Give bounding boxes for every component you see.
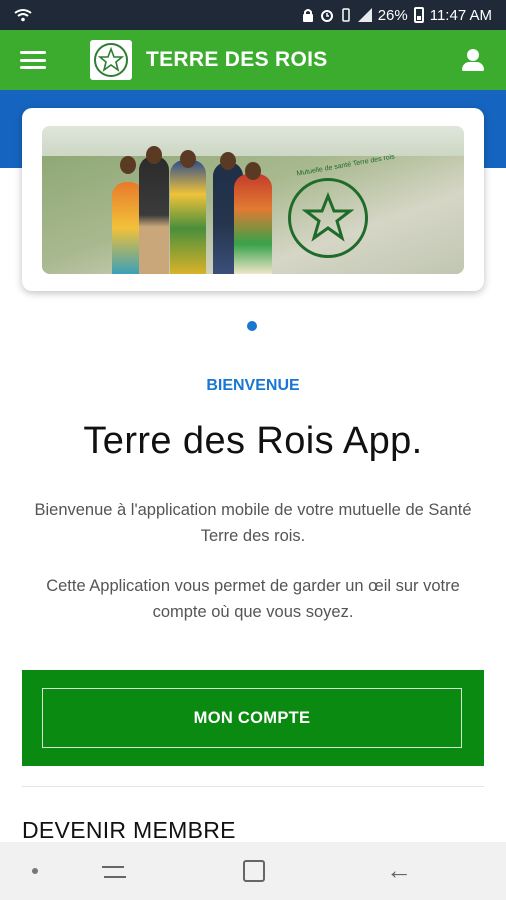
nav-dot-icon[interactable] — [32, 868, 38, 874]
back-icon[interactable]: ← — [386, 857, 412, 883]
status-right: 26% 11:47 AM — [302, 7, 492, 24]
app-bar: TERRE DES ROIS — [0, 30, 506, 90]
carousel-card[interactable]: Mutuelle de santé Terre des rois — [22, 108, 484, 291]
app-title: TERRE DES ROIS — [146, 48, 328, 71]
alarm-icon — [320, 10, 333, 22]
welcome-label: BIENVENUE — [206, 377, 300, 394]
mon-compte-button[interactable]: MON COMPTE — [42, 688, 462, 748]
home-icon[interactable] — [243, 860, 265, 882]
wifi-icon — [14, 9, 32, 22]
welcome-title: Terre des Rois App. — [83, 420, 423, 462]
recent-apps-icon[interactable] — [102, 862, 126, 882]
star-logo-icon — [94, 43, 128, 77]
welcome-paragraph-1: Bienvenue à l'application mobile de votr… — [34, 501, 472, 545]
battery-percent: 26% — [377, 6, 408, 24]
account-panel: MON COMPTE — [22, 670, 484, 766]
status-left — [14, 8, 32, 22]
welcome-paragraph-2: Cette Application vous permet de garder … — [46, 577, 460, 621]
app-logo — [90, 40, 132, 80]
carousel-dot-active[interactable] — [247, 321, 257, 331]
banner-image: Mutuelle de santé Terre des rois — [42, 126, 464, 274]
lock-icon — [302, 9, 313, 22]
clock: 11:47 AM — [429, 6, 492, 24]
system-nav-bar: ← — [0, 842, 506, 900]
vibrate-icon — [341, 8, 350, 22]
signal-icon — [357, 8, 372, 22]
battery-icon — [413, 7, 424, 23]
status-bar: 26% 11:47 AM — [0, 0, 506, 30]
star-emblem-icon — [302, 192, 354, 242]
user-icon[interactable] — [460, 47, 486, 73]
section-divider — [22, 786, 484, 787]
menu-icon[interactable] — [20, 51, 46, 69]
emblem-logo — [288, 178, 368, 258]
devenir-membre-heading: DEVENIR MEMBRE — [22, 817, 236, 843]
